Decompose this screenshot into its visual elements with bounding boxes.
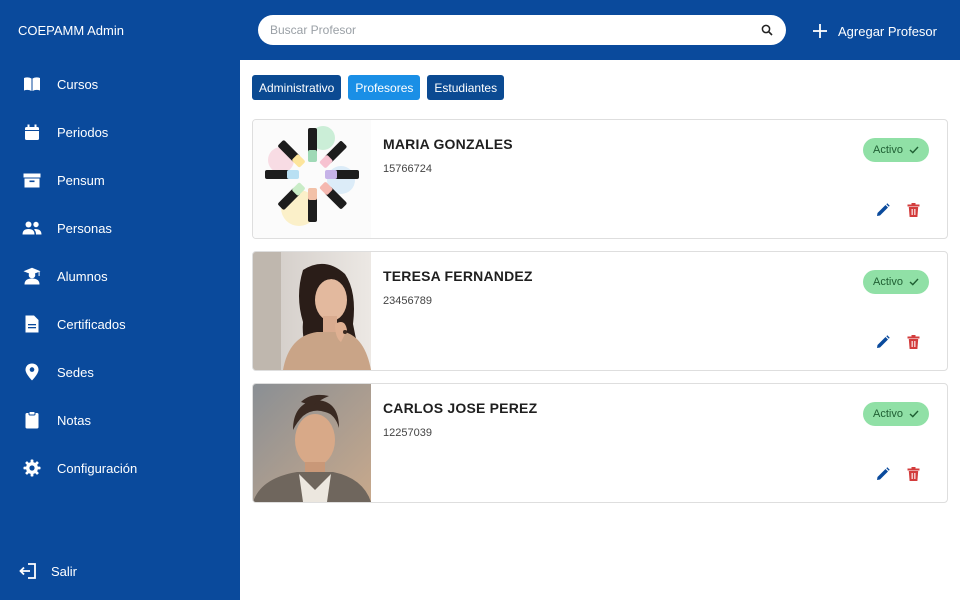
top-bar: Agregar Profesor [240, 0, 960, 60]
teacher-photo [253, 252, 371, 370]
location-pin-icon [22, 362, 42, 382]
teacher-id: 12257039 [383, 427, 432, 439]
logout-button[interactable]: Salir [18, 560, 77, 582]
sidebar-item-label: Cursos [57, 76, 99, 92]
teacher-card: CARLOS JOSE PEREZ 12257039 Activo [252, 383, 948, 503]
teacher-name: CARLOS JOSE PEREZ [383, 400, 538, 416]
sidebar-nav: Cursos Periodos Pensum Personas Alumnos [0, 60, 240, 492]
app-title: COEPAMM Admin [18, 23, 124, 38]
tab-estudiantes[interactable]: Estudiantes [427, 75, 505, 100]
search-bar [258, 15, 786, 45]
tab-profesores[interactable]: Profesores [348, 75, 421, 100]
status-badge: Activo [863, 402, 929, 426]
sidebar-item-label: Personas [57, 220, 112, 236]
sidebar-item-cursos[interactable]: Cursos [0, 60, 240, 108]
edit-button[interactable] [875, 334, 891, 350]
sidebar-item-label: Periodos [57, 124, 109, 140]
teacher-photo [253, 120, 371, 238]
sidebar-item-label: Sedes [57, 364, 94, 380]
check-icon [909, 146, 919, 154]
teacher-list: MARIA GONZALES 15766724 Activo TERESA FE… [252, 119, 948, 515]
plus-icon [813, 24, 827, 38]
pencil-icon [877, 203, 890, 216]
pencil-icon [877, 467, 890, 480]
delete-button[interactable] [905, 202, 921, 218]
trash-icon [907, 467, 919, 481]
sidebar-item-label: Configuración [57, 460, 138, 476]
logout-label: Salir [51, 563, 78, 579]
sidebar-item-label: Certificados [57, 316, 126, 332]
calendar-icon [22, 122, 42, 142]
sidebar-item-personas[interactable]: Personas [0, 204, 240, 252]
sidebar-item-configuracion[interactable]: Configuración [0, 444, 240, 492]
teacher-name: MARIA GONZALES [383, 136, 513, 152]
sidebar-item-label: Alumnos [57, 268, 108, 284]
gear-icon [22, 458, 42, 478]
sidebar-item-alumnos[interactable]: Alumnos [0, 252, 240, 300]
check-icon [909, 410, 919, 418]
card-actions [875, 334, 921, 350]
delete-button[interactable] [905, 466, 921, 482]
teacher-name: TERESA FERNANDEZ [383, 268, 533, 284]
sidebar-item-notas[interactable]: Notas [0, 396, 240, 444]
status-badge: Activo [863, 270, 929, 294]
logout-icon [18, 561, 38, 581]
edit-button[interactable] [875, 466, 891, 482]
sidebar-item-label: Pensum [57, 172, 105, 188]
trash-icon [907, 335, 919, 349]
teacher-id: 23456789 [383, 295, 432, 307]
add-teacher-button[interactable]: Agregar Profesor [812, 20, 937, 42]
tab-administrativo[interactable]: Administrativo [252, 75, 342, 100]
sidebar-item-sedes[interactable]: Sedes [0, 348, 240, 396]
people-icon [22, 218, 42, 238]
sidebar-item-label: Notas [57, 412, 91, 428]
check-icon [909, 278, 919, 286]
card-actions [875, 466, 921, 482]
status-label: Activo [873, 276, 903, 288]
search-icon[interactable] [760, 23, 774, 37]
sidebar: COEPAMM Admin Cursos Periodos Pensum Per… [0, 0, 240, 600]
teacher-card: MARIA GONZALES 15766724 Activo [252, 119, 948, 239]
add-teacher-label: Agregar Profesor [838, 23, 937, 39]
teacher-id: 15766724 [383, 163, 432, 175]
student-icon [22, 266, 42, 286]
delete-button[interactable] [905, 334, 921, 350]
status-label: Activo [873, 408, 903, 420]
clipboard-icon [22, 410, 42, 430]
book-icon [22, 74, 42, 94]
status-badge: Activo [863, 138, 929, 162]
teacher-card: TERESA FERNANDEZ 23456789 Activo [252, 251, 948, 371]
document-icon [22, 314, 42, 334]
search-input[interactable] [270, 23, 760, 37]
sidebar-item-periodos[interactable]: Periodos [0, 108, 240, 156]
card-actions [875, 202, 921, 218]
teacher-photo [253, 384, 371, 502]
sidebar-item-certificados[interactable]: Certificados [0, 300, 240, 348]
category-tabs: Administrativo Profesores Estudiantes [252, 75, 505, 100]
pencil-icon [877, 335, 890, 348]
archive-box-icon [22, 170, 42, 190]
trash-icon [907, 203, 919, 217]
status-label: Activo [873, 144, 903, 156]
sidebar-item-pensum[interactable]: Pensum [0, 156, 240, 204]
edit-button[interactable] [875, 202, 891, 218]
